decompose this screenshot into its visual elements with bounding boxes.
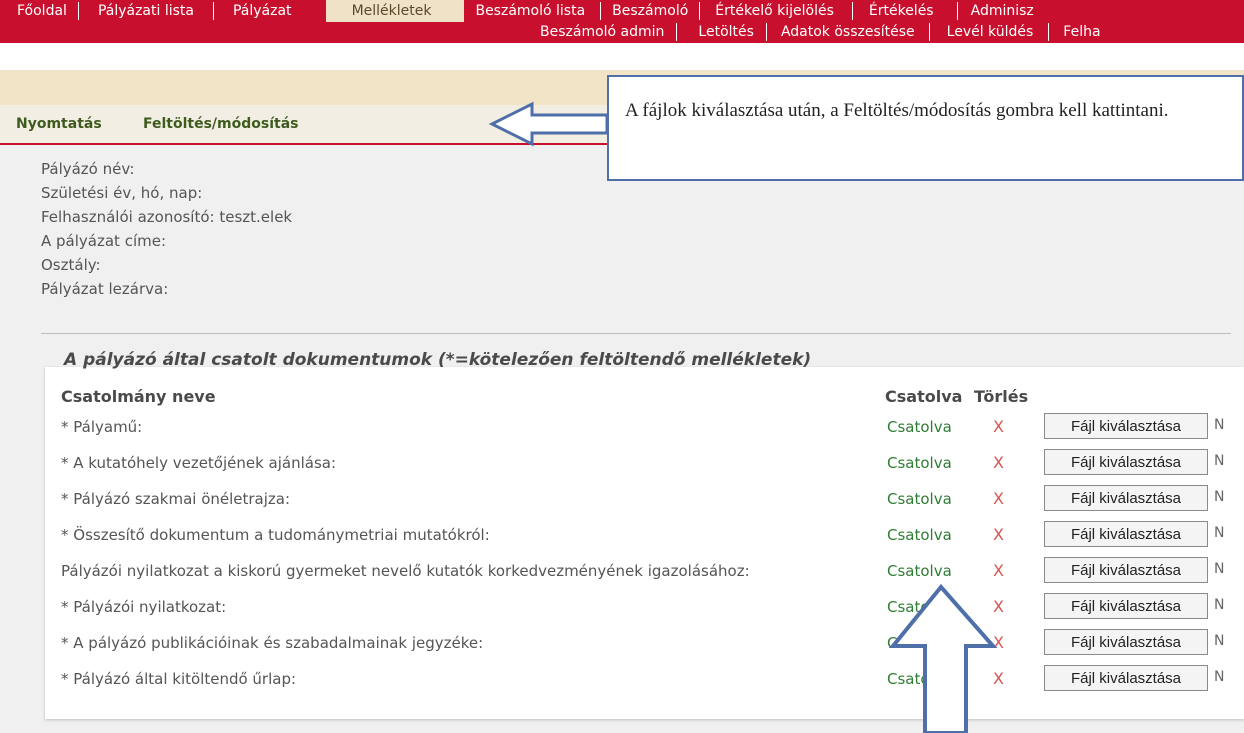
chosen-file-text: N — [1214, 561, 1225, 577]
attachment-status: Csatolva — [887, 562, 952, 580]
nav-row-2: Beszámoló admin Letöltés Adatok összesít… — [530, 21, 1112, 43]
delete-icon[interactable]: X — [993, 525, 1004, 544]
attachment-label: Pályázói nyilatkozat a kiskorú gyermeket… — [61, 562, 750, 580]
column-header-delete: Törlés — [974, 387, 1029, 406]
nav-item-fooldal[interactable]: Főoldal — [0, 0, 78, 22]
nav-item-palyazati-lista[interactable]: Pályázati lista — [79, 0, 213, 22]
chosen-file-text: N — [1214, 597, 1225, 613]
choose-file-button[interactable]: Fájl kiválasztása — [1044, 557, 1208, 583]
documents-panel: Csatolmány neve Csatolva Törlés * Pályam… — [45, 367, 1244, 719]
choose-file-button[interactable]: Fájl kiválasztása — [1044, 449, 1208, 475]
delete-icon[interactable]: X — [993, 489, 1004, 508]
application-closed: Pályázat lezárva: — [41, 280, 169, 298]
choose-file-button[interactable]: Fájl kiválasztása — [1044, 413, 1208, 439]
chosen-file-text: N — [1214, 417, 1225, 433]
nav-item-letoltes[interactable]: Letöltés — [677, 21, 766, 43]
print-link[interactable]: Nyomtatás — [16, 116, 102, 132]
applicant-info: Pályázó név: Születési év, hó, nap: Felh… — [41, 157, 292, 301]
attachment-row: * Pályázó szakmai önéletrajza: Csatolva … — [45, 481, 1244, 517]
attachment-label: * Pályamű: — [61, 418, 143, 436]
main-content: Pályázó név: Születési év, hó, nap: Felh… — [0, 145, 1244, 733]
chosen-file-text: N — [1214, 669, 1225, 685]
nav-item-beszamolo-lista[interactable]: Beszámoló lista — [464, 0, 600, 22]
nav-item-beszamolo[interactable]: Beszámoló — [601, 0, 699, 22]
delete-icon[interactable]: X — [993, 561, 1004, 580]
attachment-status: Csatolva — [887, 454, 952, 472]
upload-modify-link[interactable]: Feltöltés/módosítás — [143, 116, 298, 132]
chosen-file-text: N — [1214, 453, 1225, 469]
nav-item-level-kuldes[interactable]: Levél küldés — [930, 21, 1049, 43]
attachment-row: Pályázói nyilatkozat a kiskorú gyermeket… — [45, 553, 1244, 589]
nav-item-ertekeles[interactable]: Értékelés — [853, 0, 957, 22]
nav-row-1: Főoldal Pályázati lista Pályázat Mellékl… — [0, 0, 1045, 22]
attachment-label: * A kutatóhely vezetőjének ajánlása: — [61, 454, 337, 472]
nav-item-beszamolo-admin[interactable]: Beszámoló admin — [530, 21, 676, 43]
nav-item-mellekletek[interactable]: Mellékletek — [325, 0, 465, 22]
column-header-attached: Csatolva — [885, 387, 963, 406]
attachment-status: Csatolva — [887, 418, 952, 436]
choose-file-button[interactable]: Fájl kiválasztása — [1044, 521, 1208, 547]
attachment-label: * A pályázó publikációinak és szabadalma… — [61, 634, 484, 652]
top-navigation: Főoldal Pályázati lista Pályázat Mellékl… — [0, 0, 1244, 43]
delete-icon[interactable]: X — [993, 453, 1004, 472]
nav-item-palyazat[interactable]: Pályázat — [214, 0, 326, 22]
chosen-file-text: N — [1214, 633, 1225, 649]
attachment-row: * A kutatóhely vezetőjének ajánlása: Csa… — [45, 445, 1244, 481]
choose-file-button[interactable]: Fájl kiválasztása — [1044, 593, 1208, 619]
choose-file-button[interactable]: Fájl kiválasztása — [1044, 629, 1208, 655]
chosen-file-text: N — [1214, 525, 1225, 541]
column-header-name: Csatolmány neve — [61, 387, 216, 406]
attachment-status: Csatolva — [887, 526, 952, 544]
nav-item-ertekelo-kijeloles[interactable]: Értékelő kijelölés — [700, 0, 852, 22]
applicant-birthdate: Születési év, hó, nap: — [41, 184, 203, 202]
delete-icon[interactable]: X — [993, 633, 1004, 652]
choose-file-button[interactable]: Fájl kiválasztása — [1044, 665, 1208, 691]
attachment-status: Csatolva — [887, 634, 952, 652]
attachment-row: * Pályázói nyilatkozat: Csatolva X Fájl … — [45, 589, 1244, 625]
application-title: A pályázat címe: — [41, 232, 167, 250]
attachment-row: * Pályázó által kitöltendő űrlap: Csatol… — [45, 661, 1244, 697]
nav-item-adatok-osszesitese[interactable]: Adatok összesítése — [767, 21, 929, 43]
divider — [41, 333, 1231, 334]
attachment-label: * Pályázó által kitöltendő űrlap: — [61, 670, 297, 688]
annotation-callout: A fájlok kiválasztása után, a Feltöltés/… — [607, 75, 1244, 181]
choose-file-button[interactable]: Fájl kiválasztása — [1044, 485, 1208, 511]
attachment-row: * A pályázó publikációinak és szabadalma… — [45, 625, 1244, 661]
attachment-label: * Pályázó szakmai önéletrajza: — [61, 490, 291, 508]
delete-icon[interactable]: X — [993, 417, 1004, 436]
attachment-row: * Összesítő dokumentum a tudománymetriai… — [45, 517, 1244, 553]
applicant-name: Pályázó név: — [41, 160, 135, 178]
applicant-user-id: Felhasználói azonosító: teszt.elek — [41, 208, 293, 226]
attachment-status: Csatolva — [887, 490, 952, 508]
callout-text: A fájlok kiválasztása után, a Feltöltés/… — [625, 100, 1169, 121]
chosen-file-text: N — [1214, 489, 1225, 505]
documents-panel-title: A pályázó által csatolt dokumentumok (*=… — [64, 350, 812, 370]
attachment-row: * Pályamű: Csatolva X Fájl kiválasztása … — [45, 409, 1244, 445]
delete-icon[interactable]: X — [993, 669, 1004, 688]
attachment-label: * Pályázói nyilatkozat: — [61, 598, 227, 616]
attachment-status: Csatolva — [887, 598, 952, 616]
nav-item-adminisztracio[interactable]: Adminisz — [958, 0, 1045, 22]
attachment-label: * Összesítő dokumentum a tudománymetriai… — [61, 526, 490, 544]
delete-icon[interactable]: X — [993, 597, 1004, 616]
attachment-status: Csatolva — [887, 670, 952, 688]
nav-item-felhasznalok[interactable]: Felha — [1049, 21, 1111, 43]
applicant-department: Osztály: — [41, 256, 101, 274]
